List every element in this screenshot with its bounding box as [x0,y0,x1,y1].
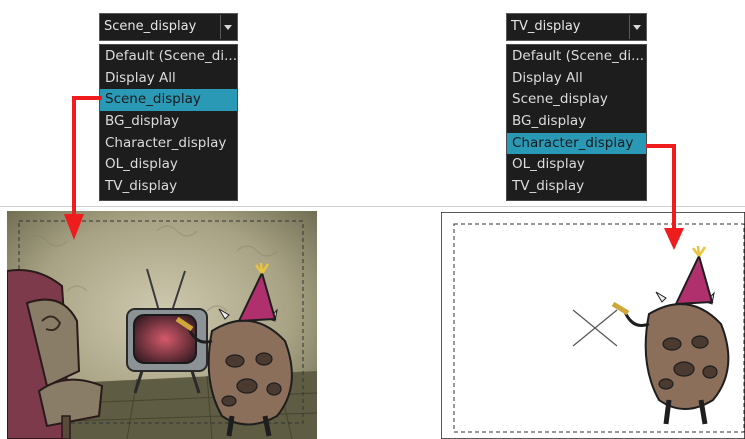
scene-view-character [441,212,745,439]
left-display-menu: Default (Scene_di... Display All Scene_d… [99,44,238,201]
menu-item-bg-display[interactable]: BG_display [507,111,646,133]
menu-item-character-display[interactable]: Character_display [507,132,646,155]
menu-item-display-all[interactable]: Display All [507,68,646,90]
scene-view-full [7,211,317,439]
right-display-menu: Default (Scene_di... Display All Scene_d… [506,44,647,201]
section-divider [0,206,745,207]
menu-item-scene-display[interactable]: Scene_display [507,89,646,111]
right-display-dropdown[interactable]: TV_display Default (Scene_di... Display … [506,13,647,201]
left-display-select[interactable]: Scene_display [99,13,238,41]
chevron-down-icon[interactable] [220,15,236,39]
menu-item-tv-display[interactable]: TV_display [100,176,237,198]
menu-item-default[interactable]: Default (Scene_di... [100,46,237,68]
menu-item-character-display[interactable]: Character_display [100,133,237,155]
left-connector-arrow [72,96,102,216]
menu-item-scene-display[interactable]: Scene_display [100,89,237,112]
character-only-illustration [441,212,745,439]
menu-item-ol-display[interactable]: OL_display [100,154,237,176]
right-display-select[interactable]: TV_display [506,13,647,41]
menu-item-display-all[interactable]: Display All [100,68,237,90]
menu-item-bg-display[interactable]: BG_display [100,111,237,133]
scene-illustration [7,211,317,439]
menu-item-ol-display[interactable]: OL_display [507,154,646,176]
menu-item-tv-display[interactable]: TV_display [507,176,646,198]
menu-item-default[interactable]: Default (Scene_di... [507,46,646,68]
left-selected-value: Scene_display [104,19,197,34]
left-display-dropdown[interactable]: Scene_display Default (Scene_di... Displ… [99,13,238,201]
right-selected-value: TV_display [511,19,581,34]
chevron-down-icon[interactable] [629,15,645,39]
